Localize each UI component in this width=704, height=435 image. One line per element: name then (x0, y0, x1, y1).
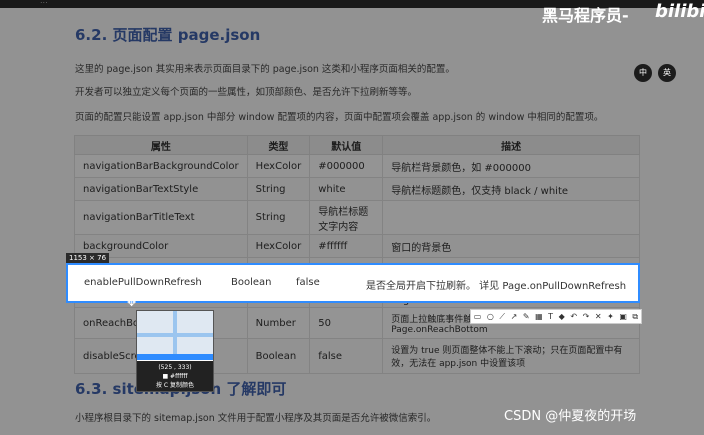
rect-icon[interactable]: ▭ (474, 312, 482, 321)
magnifier-coords: (525 , 333) (158, 364, 192, 371)
magnifier-color: ■ #ffffff (162, 373, 188, 380)
circle-button-zh[interactable]: 中 (634, 64, 652, 82)
watermark-text: 黑马程序员- (542, 6, 629, 25)
redo-icon[interactable]: ↷ (583, 312, 590, 321)
screenshot-toolbar: ▭ ○ ⟋ ↗ ✎ ▦ T ◆ ↶ ↷ ✕ ✦ ▣ ⧉ (470, 309, 642, 324)
text-icon[interactable]: T (548, 312, 553, 321)
selected-type: Boolean (231, 277, 272, 288)
copy-icon[interactable]: ⧉ (632, 312, 638, 322)
undo-icon[interactable]: ↶ (570, 312, 577, 321)
csdn-watermark: CSDN @仲夏夜的开场 (504, 409, 637, 424)
selected-desc-link[interactable]: Page.onPullDownRefresh (502, 281, 626, 292)
mouse-cursor-icon: ✥ (127, 296, 137, 309)
line-icon[interactable]: ⟋ (499, 312, 505, 322)
pin-icon[interactable]: ✦ (607, 312, 614, 321)
magnifier-crosshair-v (173, 311, 177, 359)
arrow-icon[interactable]: ↗ (511, 312, 518, 321)
magnifier-info: (525 , 333) ■ #ffffff 按 C 复制颜色 (137, 361, 213, 391)
close-icon[interactable]: ✕ (595, 312, 602, 321)
selected-prop: enablePullDownRefresh (84, 277, 202, 288)
mosaic-icon[interactable]: ▦ (535, 312, 543, 321)
magnifier-blue-band (137, 354, 213, 360)
magnifier-hint: 按 C 复制颜色 (155, 382, 194, 389)
selected-default: false (296, 277, 320, 288)
circle-icon[interactable]: ○ (487, 312, 494, 321)
bilibili-logo: bilibili (655, 1, 704, 22)
circle-button-en[interactable]: 英 (658, 64, 676, 82)
eraser-icon[interactable]: ◆ (559, 312, 565, 321)
save-icon[interactable]: ▣ (619, 312, 627, 321)
selection-size-tag: 1153 × 76 (66, 253, 110, 263)
color-picker-magnifier: (525 , 333) ■ #ffffff 按 C 复制颜色 (136, 310, 214, 392)
screenshot-selection-box[interactable]: enablePullDownRefresh Boolean false 是否全局… (66, 263, 640, 303)
selected-desc-text: 是否全局开启下拉刷新。 详见 (366, 281, 503, 292)
selected-desc: 是否全局开启下拉刷新。 详见 Page.onPullDownRefresh (366, 277, 626, 292)
screenshot-dim-overlay (0, 0, 704, 435)
pen-icon[interactable]: ✎ (523, 312, 530, 321)
